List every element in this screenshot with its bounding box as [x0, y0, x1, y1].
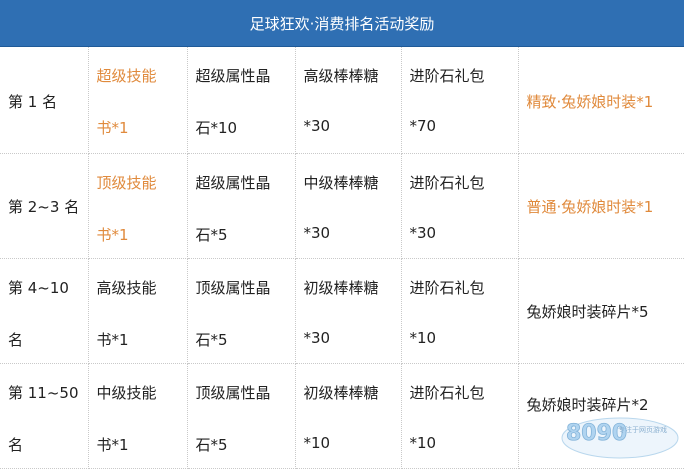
costume-label: 兔娇娘时装碎片*5 — [526, 303, 649, 321]
skill-line2: 书*1 — [96, 331, 129, 349]
candy-line1: 初级棒棒糖 — [303, 384, 379, 402]
stone-line1: 进阶石礼包 — [409, 384, 485, 402]
stone-cell: 进阶石礼包 *10 — [401, 363, 519, 469]
rank-cell: 第 4~10 名 — [0, 258, 89, 364]
stone-line2: *30 — [409, 224, 437, 242]
attr-cell: 超级属性晶 石*5 — [187, 153, 296, 259]
attr-line1: 超级属性晶 — [195, 67, 271, 85]
rank-cell: 第 1 名 — [0, 47, 89, 154]
candy-cell: 高级棒棒糖 *30 — [295, 47, 402, 154]
attr-line1: 顶级属性晶 — [195, 279, 271, 297]
skill-cell: 超级技能 书*1 — [88, 47, 188, 154]
table-row: 第 2~3 名 顶级技能 书*1 超级属性晶 石*5 中级棒棒糖 *30 进阶石… — [0, 153, 684, 259]
candy-cell: 中级棒棒糖 *30 — [295, 153, 402, 259]
stone-cell: 进阶石礼包 *10 — [401, 258, 519, 364]
title-text: 足球狂欢·消费排名活动奖励 — [249, 14, 435, 33]
stone-line1: 进阶石礼包 — [409, 67, 485, 85]
rank-line1: 第 4~10 — [8, 279, 69, 297]
skill-cell: 中级技能 书*1 — [88, 363, 188, 469]
table-row: 第 1 名 超级技能 书*1 超级属性晶 石*10 高级棒棒糖 *30 进阶石礼… — [0, 47, 684, 154]
skill-cell: 高级技能 书*1 — [88, 258, 188, 364]
costume-cell: 兔娇娘时装碎片*5 — [518, 258, 684, 364]
candy-line1: 初级棒棒糖 — [303, 279, 379, 297]
attr-cell: 顶级属性晶 石*5 — [187, 258, 296, 364]
skill-line1: 顶级技能 — [96, 174, 157, 192]
skill-line1: 高级技能 — [96, 279, 157, 297]
attr-line1: 顶级属性晶 — [195, 384, 271, 402]
skill-line2: 书*1 — [96, 119, 129, 137]
rank-cell: 第 2~3 名 — [0, 153, 89, 259]
rank-cell: 第 11~50 名 — [0, 363, 89, 469]
stone-cell: 进阶石礼包 *70 — [401, 47, 519, 154]
costume-label: 普通·兔娇娘时装*1 — [526, 198, 654, 216]
attr-line2: 石*5 — [195, 331, 228, 349]
skill-line1: 中级技能 — [96, 384, 157, 402]
candy-line1: 中级棒棒糖 — [303, 174, 379, 192]
rank-line1: 第 11~50 — [8, 384, 79, 402]
skill-line2: 书*1 — [96, 226, 129, 244]
page-title: 足球狂欢·消费排名活动奖励 — [0, 0, 684, 47]
stone-line1: 进阶石礼包 — [409, 279, 485, 297]
attr-line2: 石*5 — [195, 226, 228, 244]
costume-cell: 精致·兔娇娘时装*1 — [518, 47, 684, 154]
candy-line2: *30 — [303, 224, 331, 242]
costume-cell: 普通·兔娇娘时装*1 — [518, 153, 684, 259]
attr-line1: 超级属性晶 — [195, 174, 271, 192]
logo-tagline: 专注于网页游戏 — [618, 425, 667, 434]
attr-cell: 超级属性晶 石*10 — [187, 47, 296, 154]
rank-label: 第 1 名 — [8, 93, 58, 111]
rank-line2: 名 — [8, 331, 24, 349]
stone-cell: 进阶石礼包 *30 — [401, 153, 519, 259]
stone-line2: *70 — [409, 117, 437, 135]
stone-line1: 进阶石礼包 — [409, 174, 485, 192]
site-logo-watermark: 8090 专注于网页游戏 — [561, 417, 679, 459]
attr-line2: 石*10 — [195, 119, 238, 137]
stone-line2: *10 — [409, 434, 437, 452]
candy-line2: *30 — [303, 329, 331, 347]
skill-line1: 超级技能 — [96, 67, 157, 85]
candy-cell: 初级棒棒糖 *10 — [295, 363, 402, 469]
skill-cell: 顶级技能 书*1 — [88, 153, 188, 259]
candy-cell: 初级棒棒糖 *30 — [295, 258, 402, 364]
rank-label: 第 2~3 名 — [8, 198, 80, 216]
candy-line2: *30 — [303, 117, 331, 135]
costume-label: 精致·兔娇娘时装*1 — [526, 93, 654, 111]
table-row: 第 4~10 名 高级技能 书*1 顶级属性晶 石*5 初级棒棒糖 *30 进阶… — [0, 258, 684, 364]
candy-line2: *10 — [303, 434, 331, 452]
attr-cell: 顶级属性晶 石*5 — [187, 363, 296, 469]
candy-line1: 高级棒棒糖 — [303, 67, 379, 85]
skill-line2: 书*1 — [96, 436, 129, 454]
attr-line2: 石*5 — [195, 436, 228, 454]
stone-line2: *10 — [409, 329, 437, 347]
rank-line2: 名 — [8, 436, 24, 454]
